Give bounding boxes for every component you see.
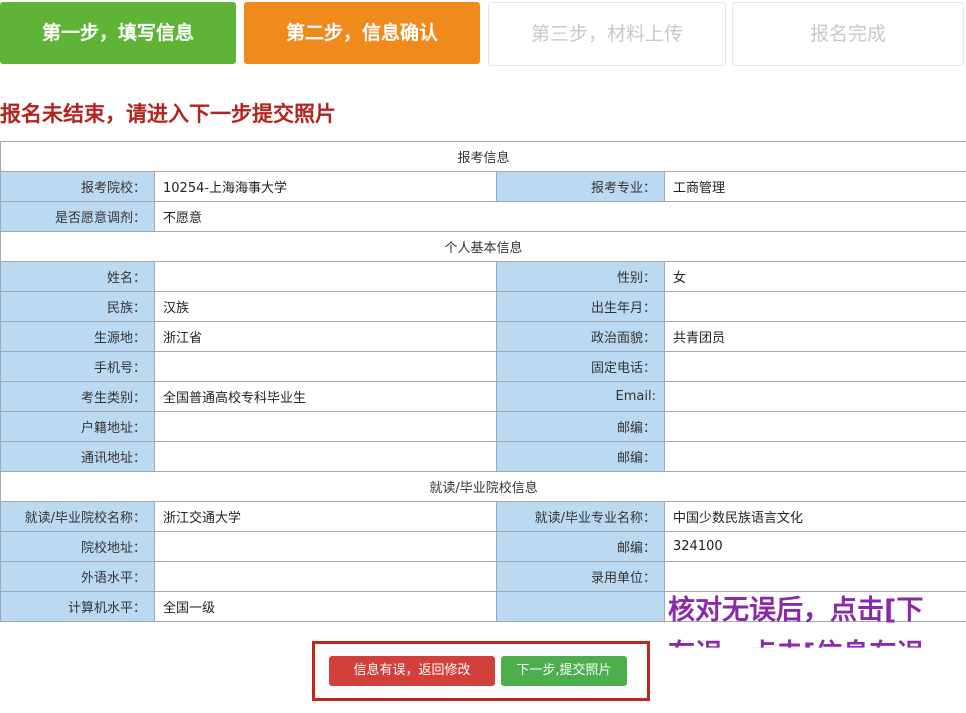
field-label: 计算机水平： bbox=[0, 591, 155, 622]
field-value: 共青团员 bbox=[663, 321, 966, 352]
field-label: 性别： bbox=[496, 261, 665, 292]
field-label: 民族： bbox=[0, 291, 155, 322]
field-label bbox=[496, 591, 665, 622]
notice-text: 报名未结束，请进入下一步提交照片 bbox=[0, 102, 336, 126]
field-value bbox=[663, 411, 966, 442]
field-value: 中国少数民族语言文化 bbox=[663, 501, 966, 532]
field-value: 全国一级 bbox=[154, 591, 497, 622]
section-exam: 报考信息 bbox=[0, 141, 966, 172]
field-value: 10254-上海海事大学 bbox=[154, 171, 497, 202]
field-label: 邮编： bbox=[496, 531, 665, 562]
instruction-caption-2: 有误，点击[信息有误 bbox=[668, 639, 924, 670]
field-label: 出生年月： bbox=[496, 291, 665, 322]
table-row: 民族： 汉族 出生年月： bbox=[0, 291, 966, 322]
field-label: 户籍地址： bbox=[0, 411, 155, 442]
field-label: 报考专业： bbox=[496, 171, 665, 202]
section-row: 个人基本信息 bbox=[0, 231, 966, 262]
section-school: 就读/毕业院校信息 bbox=[0, 471, 966, 502]
field-value bbox=[154, 441, 497, 472]
field-value bbox=[663, 441, 966, 472]
step-3-tab: 第三步，材料上传 bbox=[488, 2, 726, 66]
section-row: 就读/毕业院校信息 bbox=[0, 471, 966, 502]
field-label: 外语水平： bbox=[0, 561, 155, 592]
table-row: 通讯地址： 邮编： bbox=[0, 441, 966, 472]
field-value bbox=[663, 291, 966, 322]
table-row: 是否愿意调剂： 不愿意 bbox=[0, 201, 966, 232]
step-1-tab: 第一步，填写信息 bbox=[0, 2, 236, 64]
table-row: 报考院校： 10254-上海海事大学 报考专业： 工商管理 bbox=[0, 171, 966, 202]
section-row: 报考信息 bbox=[0, 141, 966, 172]
field-label: 录用单位： bbox=[496, 561, 665, 592]
field-label: 政治面貌： bbox=[496, 321, 665, 352]
table-row: 外语水平： 录用单位： bbox=[0, 561, 966, 592]
field-label: 手机号： bbox=[0, 351, 155, 382]
field-value bbox=[663, 381, 966, 412]
field-value: 女 bbox=[663, 261, 966, 292]
section-personal: 个人基本信息 bbox=[0, 231, 966, 262]
step-2-tab: 第二步，信息确认 bbox=[244, 2, 480, 64]
table-row: 考生类别： 全国普通高校专科毕业生 Email: bbox=[0, 381, 966, 412]
table-row: 生源地： 浙江省 政治面貌： 共青团员 bbox=[0, 321, 966, 352]
field-value bbox=[663, 561, 966, 592]
info-table: 报考信息 报考院校： 10254-上海海事大学 报考专业： 工商管理 是否愿意调… bbox=[0, 141, 966, 622]
field-label: 院校地址： bbox=[0, 531, 155, 562]
field-value: 全国普通高校专科毕业生 bbox=[154, 381, 497, 412]
field-value bbox=[154, 561, 497, 592]
step-tabs: 第一步，填写信息 第二步，信息确认 第三步，材料上传 报名完成 bbox=[0, 0, 966, 68]
field-value: 工商管理 bbox=[663, 171, 966, 202]
field-value: 浙江交通大学 bbox=[154, 501, 497, 532]
field-value bbox=[154, 411, 497, 442]
table-row: 姓名： 性别： 女 bbox=[0, 261, 966, 292]
field-label: 邮编： bbox=[496, 411, 665, 442]
field-label: 邮编： bbox=[496, 441, 665, 472]
table-row: 户籍地址： 邮编： bbox=[0, 411, 966, 442]
field-value: 汉族 bbox=[154, 291, 497, 322]
field-value: 不愿意 bbox=[153, 201, 966, 232]
field-label: 就读/毕业院校名称： bbox=[0, 501, 155, 532]
field-value bbox=[154, 351, 497, 382]
field-value: 浙江省 bbox=[154, 321, 497, 352]
table-row: 院校地址： 邮编： 324100 bbox=[0, 531, 966, 562]
button-highlight-box: 信息有误，返回修改 下一步,提交照片 bbox=[312, 641, 650, 701]
field-label: 考生类别： bbox=[0, 381, 155, 412]
field-value bbox=[154, 261, 497, 292]
step-4-tab: 报名完成 bbox=[732, 2, 964, 66]
field-label: Email: bbox=[496, 381, 665, 412]
field-label: 生源地： bbox=[0, 321, 155, 352]
field-label: 报考院校： bbox=[0, 171, 155, 202]
field-value bbox=[663, 351, 966, 382]
field-label: 通讯地址： bbox=[0, 441, 155, 472]
table-row: 就读/毕业院校名称： 浙江交通大学 就读/毕业专业名称： 中国少数民族语言文化 bbox=[0, 501, 966, 532]
next-step-button[interactable]: 下一步,提交照片 bbox=[501, 656, 627, 686]
back-to-edit-button[interactable]: 信息有误，返回修改 bbox=[329, 656, 495, 686]
instruction-caption: 核对无误后，点击[下 bbox=[668, 595, 924, 626]
field-label: 就读/毕业专业名称： bbox=[496, 501, 665, 532]
field-label: 是否愿意调剂： bbox=[0, 201, 155, 232]
field-label: 固定电话： bbox=[496, 351, 665, 382]
field-value bbox=[154, 531, 497, 562]
table-row: 手机号： 固定电话： bbox=[0, 351, 966, 382]
field-value: 324100 bbox=[663, 531, 966, 562]
field-label: 姓名： bbox=[0, 261, 155, 292]
